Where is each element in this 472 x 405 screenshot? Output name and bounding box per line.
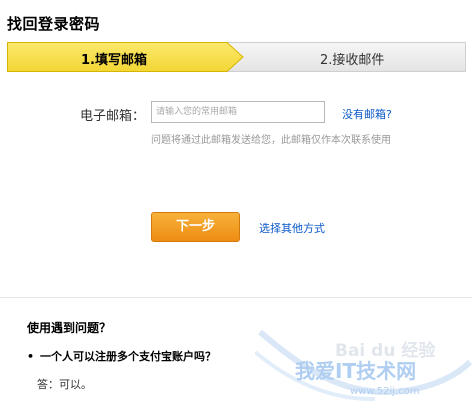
page-title: 找回登录密码	[7, 15, 101, 33]
faq-answer: 答：可以。	[37, 378, 92, 391]
email-hint: 问题将通过此邮箱发送给您，此邮箱仅作本次联系使用	[151, 135, 391, 146]
faq-title: 使用遇到问题？	[27, 321, 112, 335]
watermark-text-url: www.52ij.com	[350, 386, 420, 397]
next-step-button[interactable]: 下一步	[151, 212, 240, 242]
faq-question[interactable]: • 一个人可以注册多个支付宝账户吗？	[27, 348, 216, 364]
step-progress-bar: 1.填写邮箱 2.接收邮件	[7, 42, 466, 72]
other-method-link[interactable]: 选择其他方式	[259, 220, 325, 236]
faq-question-text: 一个人可以注册多个支付宝账户吗？	[40, 350, 217, 363]
watermark-text-top: Bai du 经验	[335, 340, 436, 361]
watermark-logo: Bai du 经验 我爱IT技术网 www.52ij.com	[253, 322, 472, 402]
no-email-link[interactable]: 没有邮箱?	[342, 106, 392, 122]
watermark-text-main: 我爱IT技术网	[295, 359, 416, 383]
step-2-label: 2.接收邮件	[320, 53, 385, 68]
step-1-label: 1.填写邮箱	[81, 53, 147, 68]
email-field[interactable]	[151, 101, 325, 123]
email-label: 电子邮箱：	[80, 109, 146, 124]
step-progress-graphic	[7, 42, 466, 72]
section-divider	[0, 297, 472, 298]
bullet-icon: •	[27, 350, 35, 363]
